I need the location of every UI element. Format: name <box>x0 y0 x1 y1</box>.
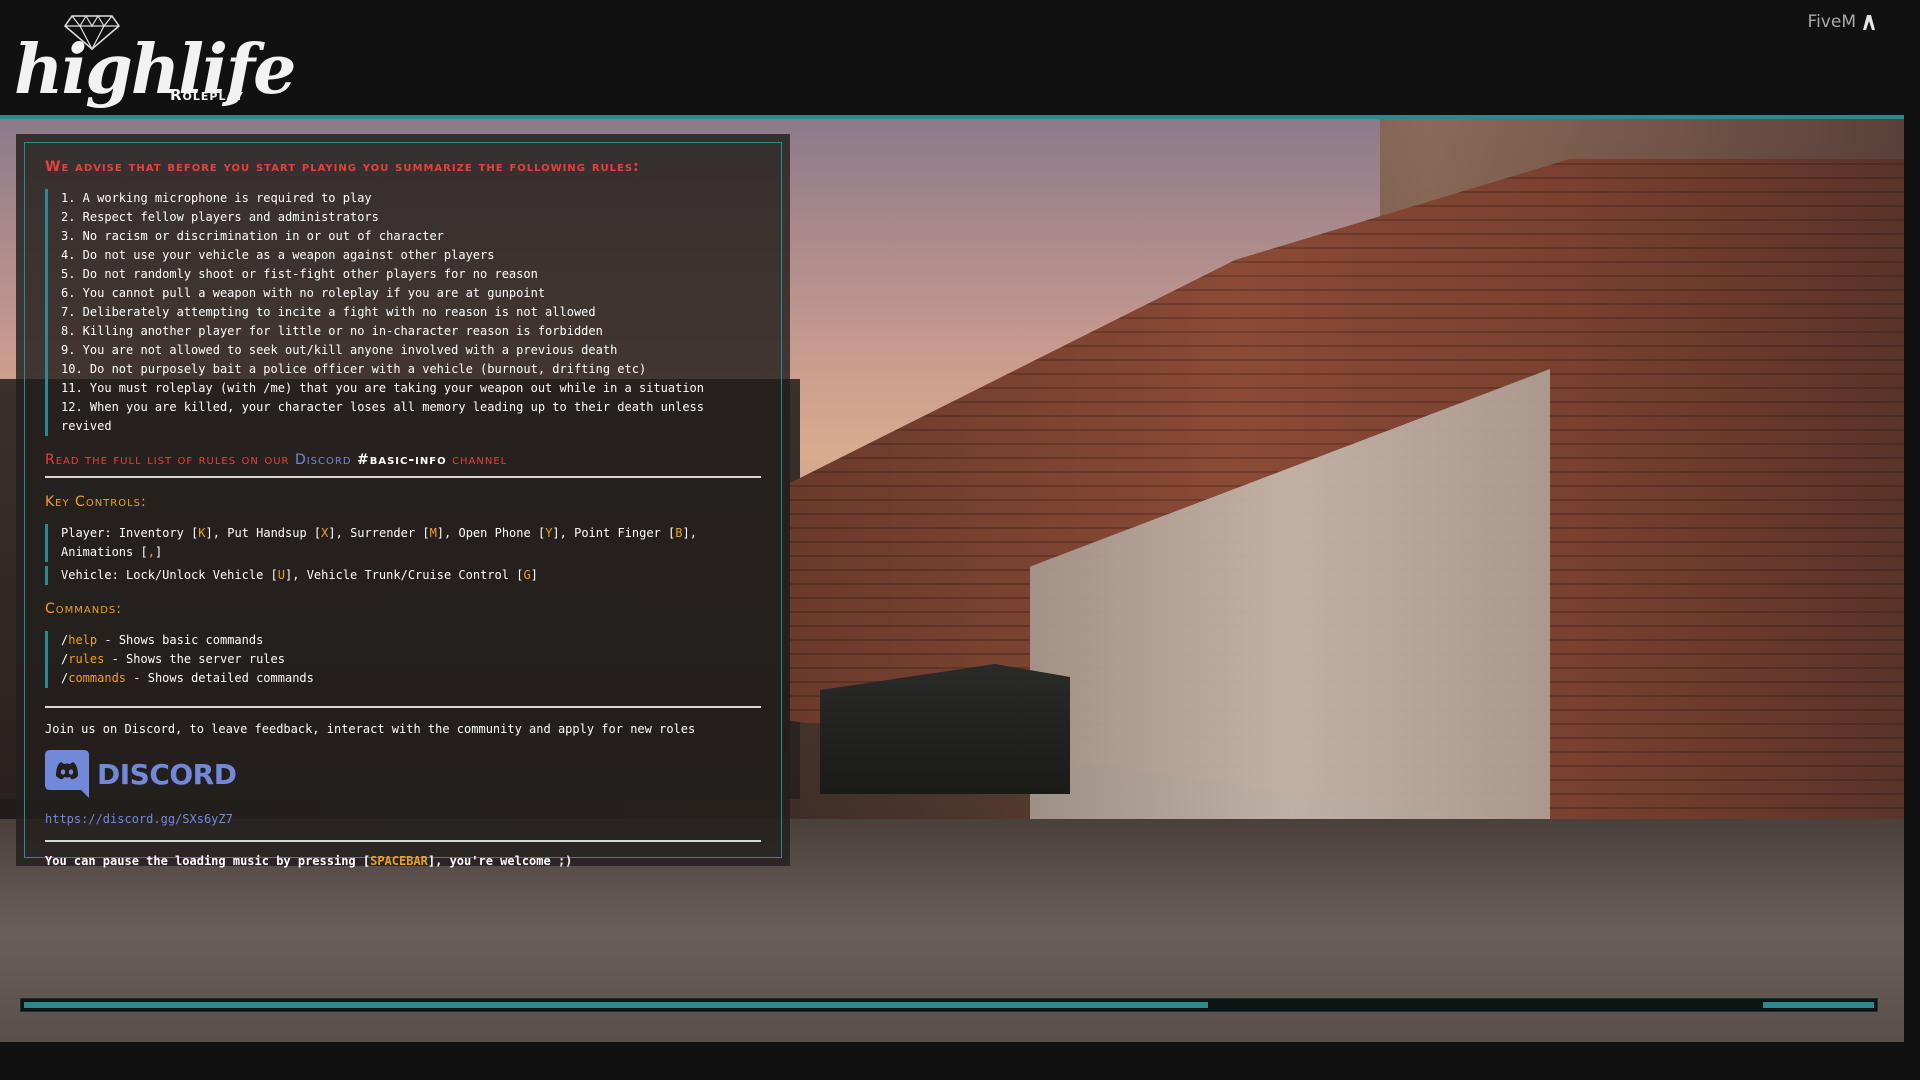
rule-item: 12. When you are killed, your character … <box>45 398 761 436</box>
rule-item: 11. You must roleplay (with /me) that yo… <box>45 379 761 398</box>
pause-note-suffix: ], you're welcome ;) <box>427 854 573 868</box>
rules-list: 1. A working microphone is required to p… <box>45 189 761 436</box>
rule-item: 6. You cannot pull a weapon with no role… <box>45 284 761 303</box>
divider <box>45 476 761 478</box>
vehicle-controls: Vehicle: Lock/Unlock Vehicle [U], Vehicl… <box>45 566 761 585</box>
commands-heading: Commands: <box>45 601 122 617</box>
key-controls-list: Player: Inventory [K], Put Handsup [X], … <box>45 524 761 585</box>
rules-read-more: Read the full list of rules on our Disco… <box>45 452 761 468</box>
rule-item: 8. Killing another player for little or … <box>45 322 761 341</box>
control-key: B <box>675 526 683 540</box>
control-name: Inventory <box>118 526 184 540</box>
control-name: Lock/Unlock Vehicle <box>126 568 264 582</box>
rules-panel-frame: We advise that before you start playing … <box>24 142 782 868</box>
command-item: /rules - Shows the server rules <box>45 650 761 669</box>
rule-item: 1. A working microphone is required to p… <box>45 189 761 208</box>
commands-list: /help - Shows basic commands/rules - Sho… <box>45 631 761 688</box>
divider <box>45 706 761 708</box>
rule-item: 10. Do not purposely bait a police offic… <box>45 360 761 379</box>
server-logo: highlife Roleplay <box>14 14 296 106</box>
fivem-icon <box>1863 15 1875 30</box>
control-key: X <box>321 526 329 540</box>
rules-panel: We advise that before you start playing … <box>16 134 790 868</box>
rule-item: 7. Deliberately attempting to incite a f… <box>45 303 761 322</box>
read-more-suffix: channel <box>452 452 508 468</box>
read-more-prefix: Read the full list of rules on our <box>45 452 290 468</box>
control-name: Animations <box>61 545 134 559</box>
control-key: M <box>429 526 437 540</box>
command-description: - Shows basic commands <box>104 633 264 647</box>
discord-logo[interactable]: DISCORD <box>45 750 761 798</box>
command-description: - Shows the server rules <box>111 652 285 666</box>
control-name: Put Handsup <box>227 526 307 540</box>
controls-label: Vehicle: <box>61 568 119 582</box>
command-item: /commands - Shows detailed commands <box>45 669 761 688</box>
discord-wordmark: DISCORD <box>97 757 237 791</box>
rule-item: 2. Respect fellow players and administra… <box>45 208 761 227</box>
loading-bar-fill <box>24 1002 1208 1008</box>
spacebar-key: SPACEBAR <box>370 854 428 868</box>
control-name: Point Finger <box>574 526 661 540</box>
command-description: - Shows detailed commands <box>133 671 314 685</box>
rule-item: 4. Do not use your vehicle as a weapon a… <box>45 246 761 265</box>
control-key: Y <box>545 526 553 540</box>
discord-invite-link[interactable]: https://discord.gg/SXs6yZ7 <box>45 812 761 826</box>
discord-join-text: Join us on Discord, to leave feedback, i… <box>45 722 696 736</box>
client-brand: FiveM <box>1808 12 1876 32</box>
command-name: help <box>68 633 98 647</box>
rule-item: 9. You are not allowed to seek out/kill … <box>45 341 761 360</box>
rule-item: 3. No racism or discrimination in or out… <box>45 227 761 246</box>
pause-note-prefix: You can pause the loading music by press… <box>45 854 371 868</box>
client-name: FiveM <box>1807 12 1856 32</box>
read-more-channel: #basic-info <box>357 452 447 468</box>
player-controls: Player: Inventory [K], Put Handsup [X], … <box>45 524 761 562</box>
control-name: Vehicle Trunk/Cruise Control <box>306 568 509 582</box>
control-name: Open Phone <box>458 526 531 540</box>
command-name: commands <box>68 671 127 685</box>
controls-label: Player: <box>61 526 112 540</box>
divider <box>45 840 761 842</box>
discord-icon <box>45 750 89 798</box>
loading-bar <box>20 998 1878 1012</box>
loading-bar-segment <box>1763 1002 1874 1008</box>
control-key: , <box>147 545 155 559</box>
control-name: Surrender <box>350 526 416 540</box>
logo-subtitle: Roleplay <box>170 86 244 104</box>
command-name: rules <box>68 652 105 666</box>
rule-item: 5. Do not randomly shoot or fist-fight o… <box>45 265 761 284</box>
key-controls-heading: Key Controls: <box>45 494 147 510</box>
command-item: /help - Shows basic commands <box>45 631 761 650</box>
control-key: G <box>523 568 531 582</box>
header-bar: highlife Roleplay FiveM <box>0 0 1904 115</box>
rules-heading: We advise that before you start playing … <box>45 159 640 175</box>
control-key: U <box>277 568 285 582</box>
music-pause-note: You can pause the loading music by press… <box>45 854 761 868</box>
logo-wordmark: highlife <box>14 30 296 110</box>
control-key: K <box>198 526 206 540</box>
read-more-discord-link[interactable]: Discord <box>295 452 352 468</box>
